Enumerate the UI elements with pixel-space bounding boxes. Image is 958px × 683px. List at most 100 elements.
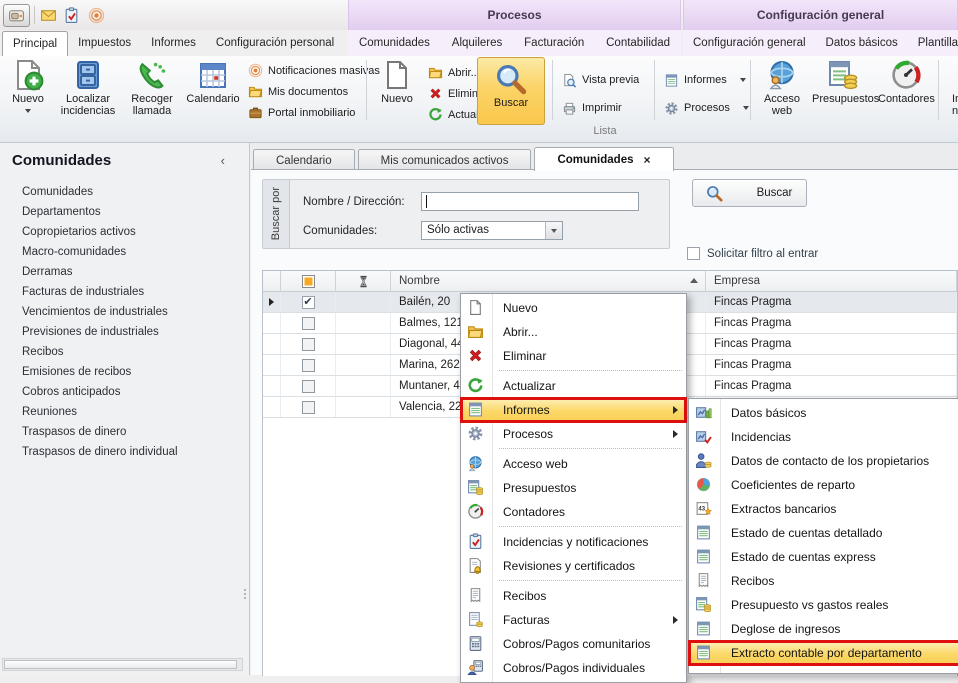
menu-item-contadores[interactable]: Contadores (461, 500, 686, 524)
row-checkbox[interactable] (302, 380, 315, 393)
menu-item-extractos-bancarios[interactable]: Extractos bancarios (689, 497, 958, 521)
row-checkbox[interactable] (302, 317, 315, 330)
row-checkbox[interactable] (302, 338, 315, 351)
menu-item-datos-básicos[interactable]: Datos básicos (689, 401, 958, 425)
menu-item-actualizar[interactable]: Actualizar (461, 374, 686, 398)
search-button[interactable]: Buscar (692, 179, 807, 207)
select-all-checkbox[interactable] (302, 275, 315, 288)
sidebar-item-reuniones[interactable]: Reuniones (0, 402, 249, 422)
acceso-web-button[interactable]: Acceso web (756, 58, 808, 124)
menu-item-coeficientes-de-reparto[interactable]: Coeficientes de reparto (689, 473, 958, 497)
sidebar-item-departamentos[interactable]: Departamentos (0, 202, 249, 222)
row-checkbox[interactable] (302, 359, 315, 372)
sidebar-item-recibos[interactable]: Recibos (0, 342, 249, 362)
chevron-down-icon[interactable] (545, 222, 562, 239)
communities-select[interactable]: Sólo activas (421, 221, 563, 240)
broadcast-icon[interactable] (88, 7, 106, 25)
menu-item-estado-de-cuentas-express[interactable]: Estado de cuentas express (689, 545, 958, 569)
web-access-icon (467, 455, 485, 473)
filter-checkbox[interactable] (687, 247, 700, 260)
menu-item-extracto-contable-por-departamento[interactable]: Extracto contable por departamento (689, 641, 958, 665)
sidebar-item-copropietarios-activos[interactable]: Copropietarios activos (0, 222, 249, 242)
vista-previa-button[interactable]: Vista previa (562, 66, 639, 94)
portal-inmobiliario-button[interactable]: Portal inmobiliario (248, 102, 380, 123)
doc-tab-comunidades[interactable]: Comunidades× (534, 147, 673, 171)
buscar-button-active[interactable]: Buscar (477, 57, 545, 125)
menu-item-procesos[interactable]: Procesos (461, 422, 686, 446)
sidebar-item-traspasos-de-dinero[interactable]: Traspasos de dinero (0, 422, 249, 442)
sidebar-item-facturas-de-industriales[interactable]: Facturas de industriales (0, 282, 249, 302)
ribbon-tab-alquileres[interactable]: Alquileres (442, 31, 513, 56)
name-address-input[interactable] (421, 192, 639, 211)
menu-item-presupuesto-vs-gastos-reales[interactable]: Presupuesto vs gastos reales (689, 593, 958, 617)
menu-item-estado-de-cuentas-detallado[interactable]: Estado de cuentas detallado (689, 521, 958, 545)
menu-item-informes[interactable]: Informes (461, 398, 686, 422)
close-tab-icon[interactable]: × (644, 149, 651, 171)
localizar-incidencias-button[interactable]: Localizar incidencias (56, 58, 120, 124)
sidebar-item-derramas[interactable]: Derramas (0, 262, 249, 282)
menu-item-recibos[interactable]: Recibos (461, 584, 686, 608)
sidebar-item-previsiones-de-industriales[interactable]: Previsiones de industriales (0, 322, 249, 342)
menu-item-deglose-de-ingresos[interactable]: Deglose de ingresos (689, 617, 958, 641)
horizontal-scrollbar[interactable] (2, 658, 243, 671)
chevron-left-icon[interactable]: ‹ (221, 153, 225, 168)
menu-item-datos-de-contacto-de-los-propietarios[interactable]: Datos de contacto de los propietarios (689, 449, 958, 473)
row-checkbox[interactable]: ✔ (302, 296, 315, 309)
new-button[interactable]: Nuevo (4, 58, 52, 124)
scrollbar-thumb[interactable] (4, 660, 237, 669)
mail-icon[interactable] (40, 7, 58, 25)
sidebar-item-traspasos-de-dinero-individual[interactable]: Traspasos de dinero individual (0, 442, 249, 462)
app-menu-button[interactable] (3, 4, 30, 27)
sidebar-item-vencimientos-de-industriales[interactable]: Vencimientos de industriales (0, 302, 249, 322)
mis-documentos-button[interactable]: Mis documentos (248, 81, 380, 102)
sidebar-item-cobros-anticipados[interactable]: Cobros anticipados (0, 382, 249, 402)
menu-item-acceso-web[interactable]: Acceso web (461, 452, 686, 476)
ribbon-tab-informes[interactable]: Informes (141, 31, 206, 56)
sidebar-item-macro-comunidades[interactable]: Macro-comunidades (0, 242, 249, 262)
presupuestos-button[interactable]: Presupuestos (812, 58, 874, 124)
ribbon-tab-facturación[interactable]: Facturación (514, 31, 594, 56)
clipboard-check-icon[interactable] (63, 7, 81, 25)
menu-item-cobros-pagos-individuales[interactable]: Cobros/Pagos individuales (461, 656, 686, 680)
menu-item-cobros-pagos-comunitarios[interactable]: Cobros/Pagos comunitarios (461, 632, 686, 656)
menu-item-nuevo[interactable]: Nuevo (461, 296, 686, 320)
informes-dropdown-button[interactable]: Informes (664, 66, 749, 94)
ribbon-tab-comunidades[interactable]: Comunidades (349, 31, 440, 56)
imprimir-button[interactable]: Imprimir (562, 94, 639, 122)
menu-item-incidencias-y-notificaciones[interactable]: Incidencias y notificaciones (461, 530, 686, 554)
notificaciones-masivas-button[interactable]: Notificaciones masivas (248, 60, 380, 81)
sidebar-item-emisiones-de-recibos[interactable]: Emisiones de recibos (0, 362, 249, 382)
procesos-dropdown-button[interactable]: Procesos (664, 94, 749, 122)
resize-grip-icon[interactable] (243, 587, 247, 601)
ribbon-tab-contabilidad[interactable]: Contabilidad (596, 31, 680, 56)
row-checkbox-cell (281, 313, 336, 333)
menu-item-facturas[interactable]: Facturas (461, 608, 686, 632)
menu-item-eliminar[interactable]: Eliminar (461, 344, 686, 368)
menu-item-label: Recibos (503, 589, 546, 603)
sidebar-item-comunidades[interactable]: Comunidades (0, 182, 249, 202)
menu-item-presupuestos[interactable]: Presupuestos (461, 476, 686, 500)
contadores-button[interactable]: Contadores (878, 58, 934, 124)
menu-item-revisiones-y-certificados[interactable]: Revisiones y certificados (461, 554, 686, 578)
calendario-button[interactable]: Calendario (183, 58, 243, 124)
doc-tab-calendario[interactable]: Calendario (253, 149, 355, 171)
ribbon-tab-principal[interactable]: Principal (2, 31, 68, 56)
menu-item-incidencias[interactable]: Incidencias (689, 425, 958, 449)
chart-icon (695, 404, 713, 422)
ribbon-tab-impuestos[interactable]: Impuestos (68, 31, 141, 56)
bank-extract-icon (695, 500, 713, 518)
column-header-empresa[interactable]: Empresa (706, 271, 957, 291)
doc-tab-mis-comunicados-activos[interactable]: Mis comunicados activos (358, 149, 532, 171)
column-header-nombre[interactable]: Nombre (391, 271, 706, 291)
ribbon-tab-configuración-personal[interactable]: Configuración personal (206, 31, 344, 56)
truncated-button[interactable]: Inc not (944, 58, 958, 124)
menu-item-label: Cobros/Pagos individuales (503, 661, 645, 675)
ribbon-tab-configuración-general[interactable]: Configuración general (683, 31, 816, 56)
ribbon-tab-datos-básicos[interactable]: Datos básicos (816, 31, 908, 56)
ribbon-tab-plantillas[interactable]: Plantillas (908, 31, 958, 56)
menu-item-recibos[interactable]: Recibos (689, 569, 958, 593)
new-record-button[interactable]: Nuevo (372, 58, 422, 124)
recoger-llamada-button[interactable]: Recoger llamada (124, 58, 180, 124)
row-checkbox[interactable] (302, 401, 315, 414)
menu-item-abrir[interactable]: Abrir... (461, 320, 686, 344)
